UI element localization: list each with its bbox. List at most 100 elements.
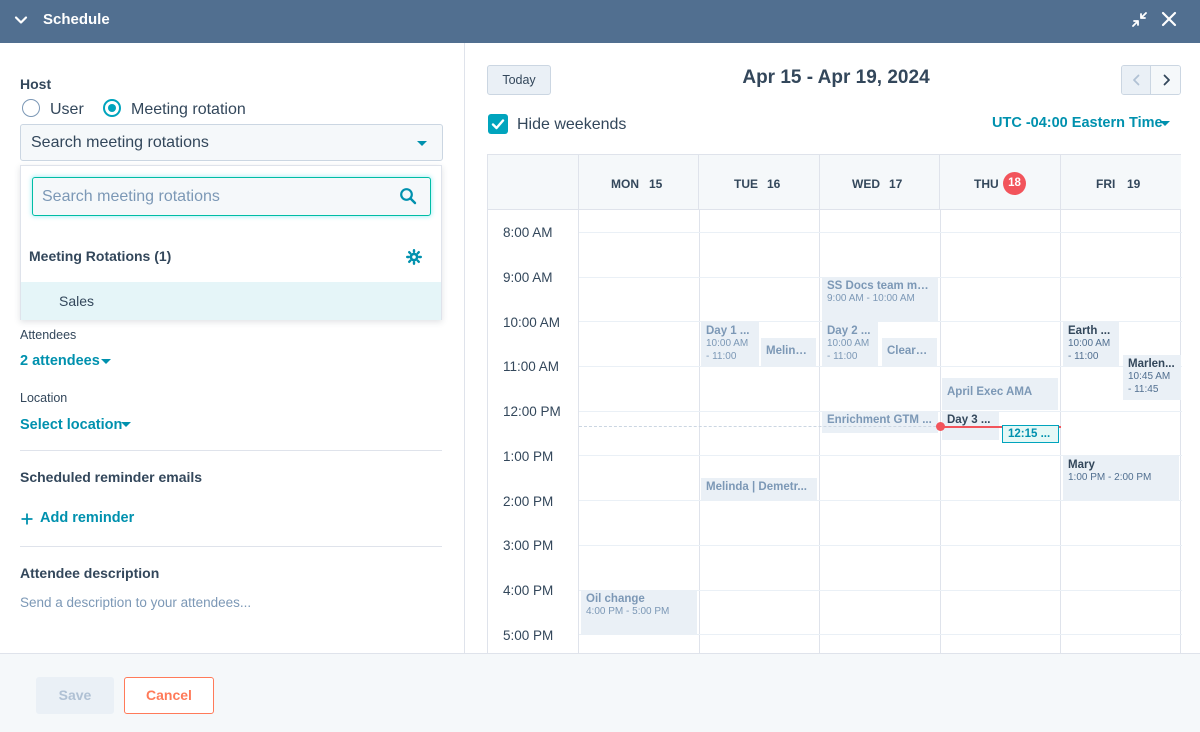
day-header-wed: WED 17 [820, 155, 940, 210]
caret-down-icon [417, 141, 427, 146]
calendar-event[interactable]: Marlen... 10:45 AM - 11:45 [1123, 355, 1181, 400]
time-label: 8:00 AM [503, 225, 553, 240]
day-header-mon: MON 15 [579, 155, 699, 210]
event-title: Melinda | Demetr... [706, 481, 807, 493]
calendar-event[interactable]: Melind... [761, 338, 816, 366]
event-title: Oil change [586, 593, 645, 605]
calendar-event[interactable]: Clearb... [882, 338, 937, 366]
attendees-dropdown[interactable]: 2 attendees [20, 353, 100, 369]
add-reminder-link[interactable]: Add reminder [40, 510, 134, 526]
event-time: 10:00 AM [706, 338, 749, 349]
reminder-emails-label: Scheduled reminder emails [20, 469, 203, 485]
event-time: 10:00 AM [1068, 338, 1111, 349]
search-icon[interactable] [399, 187, 417, 205]
day-name: FRI [1096, 177, 1116, 191]
meeting-rotation-radio-label[interactable]: Meeting rotation [131, 101, 246, 119]
time-label: 4:00 PM [503, 583, 554, 598]
rotation-search-input[interactable] [42, 186, 382, 208]
day-number: 15 [649, 177, 663, 191]
week-calendar-grid: MON 15 TUE 16 WED 17 THU 18 FRI 19 8:00 … [487, 154, 1182, 653]
event-title: Marlen... [1128, 358, 1175, 370]
calendar-event[interactable]: Mary 1:00 PM - 2:00 PM [1063, 456, 1179, 500]
time-label: 12:00 PM [503, 404, 561, 419]
meeting-rotation-radio[interactable] [103, 99, 121, 117]
cancel-button[interactable]: Cancel [124, 677, 214, 714]
day-name: MON [611, 177, 639, 191]
day-header-tue: TUE 16 [699, 155, 820, 210]
day-header-thu: THU 18 [940, 155, 1061, 210]
attendees-label: Attendees [20, 328, 77, 342]
hour-line [579, 634, 1182, 635]
time-label: 5:00 PM [503, 628, 554, 643]
event-time: - 11:00 [827, 350, 858, 362]
attendee-description-label: Attendee description [20, 565, 160, 581]
calendar-event[interactable]: Enrichment GTM ... [822, 411, 938, 433]
gear-icon[interactable] [406, 249, 422, 265]
new-meeting-slot[interactable]: 12:15 ... [1002, 425, 1059, 443]
meeting-form-panel: Host User Meeting rotation Search meetin… [0, 43, 465, 654]
time-label: 9:00 AM [503, 270, 553, 285]
compress-icon[interactable] [1131, 11, 1148, 28]
select-value: Search meeting rotations [31, 134, 209, 151]
event-title: Day 2 ... [827, 325, 871, 337]
chevron-down-icon[interactable] [12, 11, 30, 29]
timezone-caret-icon[interactable] [1160, 121, 1170, 126]
location-dropdown[interactable]: Select location [20, 417, 122, 433]
event-time: 4:00 PM - 5:00 PM [586, 606, 670, 617]
day-number: 16 [767, 177, 781, 191]
calendar-event[interactable]: Day 2 ... 10:00 AM - 11:00 [822, 322, 878, 366]
calendar-event[interactable]: Earth ... 10:00 AM - 11:00 [1063, 322, 1119, 366]
modal-footer: Save Cancel [0, 653, 1200, 732]
user-radio-label[interactable]: User [50, 101, 84, 119]
calendar-event[interactable]: Melinda | Demetr... [701, 478, 817, 500]
meeting-rotation-dropdown: Meeting Rotations (1) Sales [20, 165, 442, 320]
hide-weekends-label[interactable]: Hide weekends [517, 116, 626, 134]
current-time-dot [936, 422, 945, 431]
event-title: Earth ... [1068, 325, 1111, 337]
event-time: 9:00 AM - 10:00 AM [827, 293, 915, 304]
plus-icon[interactable] [21, 512, 33, 525]
event-time: 10:45 AM [1128, 371, 1171, 382]
close-icon[interactable] [1160, 10, 1178, 28]
date-range-title: Apr 15 - Apr 19, 2024 [742, 67, 930, 88]
calendar-event[interactable]: April Exec AMA [942, 378, 1058, 410]
user-radio[interactable] [22, 99, 40, 117]
today-badge: 18 [1003, 172, 1026, 195]
hide-weekends-checkbox[interactable] [488, 114, 508, 134]
event-title: SS Docs team me... [827, 280, 933, 292]
event-title: Melind... [766, 345, 811, 357]
time-label: 11:00 AM [503, 359, 560, 374]
event-title: Mary [1068, 459, 1095, 471]
time-label: 1:00 PM [503, 449, 554, 464]
day-name: WED [852, 177, 880, 191]
meeting-rotation-select[interactable]: Search meeting rotations [20, 124, 443, 161]
divider [20, 546, 442, 547]
save-button[interactable]: Save [36, 677, 114, 714]
modal-header: Schedule [0, 0, 1200, 43]
divider [20, 450, 442, 451]
hour-line [579, 366, 1182, 367]
week-navigation [1121, 65, 1181, 95]
timezone-dropdown[interactable]: UTC -04:00 Eastern Time [992, 115, 1163, 131]
rotation-search-box[interactable] [32, 177, 431, 216]
attendees-caret-icon[interactable] [101, 359, 111, 364]
hour-line [579, 545, 1182, 546]
rotation-option-sales[interactable]: Sales [21, 282, 441, 320]
today-button[interactable]: Today [487, 65, 551, 95]
rotation-group-label: Meeting Rotations (1) [29, 248, 172, 264]
time-label: 10:00 AM [503, 315, 561, 330]
day-number: 17 [889, 177, 903, 191]
previous-week-button[interactable] [1122, 66, 1151, 94]
calendar-event[interactable]: Day 1 ... 10:00 AM - 11:00 [701, 322, 759, 366]
rotation-option-label: Sales [59, 293, 95, 309]
attendee-description-field[interactable]: Send a description to your attendees... [20, 595, 251, 610]
calendar-event[interactable]: Oil change 4:00 PM - 5:00 PM [581, 590, 697, 634]
next-week-button[interactable] [1152, 66, 1180, 94]
event-time: 1:00 PM - 2:00 PM [1068, 472, 1152, 483]
event-time: - 11:00 [706, 350, 737, 362]
location-caret-icon[interactable] [121, 422, 131, 427]
calendar-event[interactable]: SS Docs team me... 9:00 AM - 10:00 AM [822, 277, 938, 321]
event-title: Day 1 ... [706, 325, 750, 337]
location-label: Location [20, 391, 68, 405]
event-time: - 11:45 [1128, 383, 1159, 395]
